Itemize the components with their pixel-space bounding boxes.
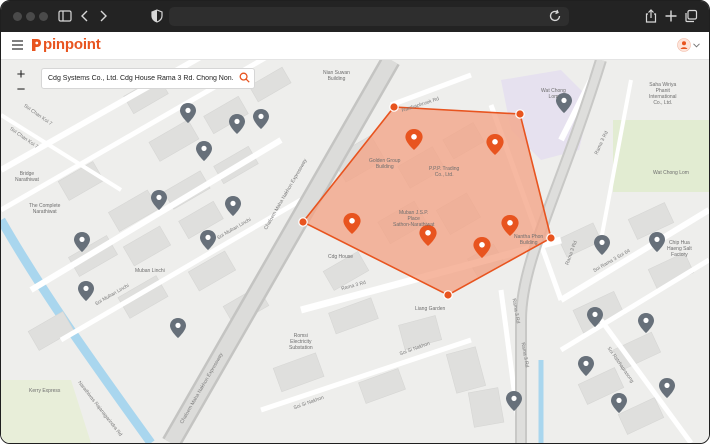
place-label: Bridge Narathiwat	[15, 171, 39, 183]
place-label: Romsi Electricity Substation	[289, 333, 313, 351]
address-bar[interactable]	[169, 7, 569, 26]
reload-icon[interactable]	[547, 8, 563, 24]
search-icon[interactable]	[239, 72, 250, 83]
back-icon[interactable]	[77, 8, 93, 24]
place-label: Liang Garden	[415, 306, 446, 312]
polygon-vertex-handle[interactable]	[546, 233, 556, 243]
close-window-dot[interactable]	[13, 12, 22, 21]
chevron-down-icon[interactable]	[693, 43, 700, 48]
place-label: Nian Suwan Building	[323, 70, 350, 82]
polygon-vertex-handle[interactable]	[443, 290, 453, 300]
maximize-window-dot[interactable]	[39, 12, 48, 21]
place-label: Saha Wiriya Phanit International Co., Lt…	[649, 82, 677, 106]
minimize-window-dot[interactable]	[26, 12, 35, 21]
sidebar-icon[interactable]	[57, 8, 73, 24]
menu-icon[interactable]	[12, 40, 23, 50]
polygon-vertex-handle[interactable]	[298, 217, 308, 227]
polygon-vertex-handle[interactable]	[515, 109, 525, 119]
map-view[interactable]: Nian Suwan Building Wat Chong Lom Saha W…	[1, 60, 709, 443]
app-logo-text[interactable]: pinpoint	[43, 36, 101, 53]
browser-window: pinpoint Nian Suwan Building Wat Chong L…	[0, 0, 710, 444]
forward-icon[interactable]	[95, 8, 111, 24]
place-label: Wat Chong Lom	[653, 170, 689, 176]
new-tab-icon[interactable]	[663, 8, 679, 24]
place-label: Muban J.S.P. Place Sathon-Narathiwat	[393, 210, 435, 228]
zoom-out-button[interactable]: −	[11, 81, 31, 99]
share-icon[interactable]	[643, 8, 659, 24]
avatar-icon[interactable]	[677, 38, 691, 52]
place-label: Cdg House	[328, 254, 354, 260]
app-header: pinpoint	[1, 32, 709, 60]
search-box	[41, 68, 255, 89]
browser-toolbar	[1, 1, 709, 32]
place-label: Nantha Phon Building	[514, 234, 544, 246]
map-canvas[interactable]	[1, 60, 709, 443]
pinpoint-logo-icon	[32, 39, 41, 51]
tabs-icon[interactable]	[683, 8, 699, 24]
shield-icon	[151, 9, 163, 23]
place-label: P.P.P. Trading Co., Ltd.	[429, 166, 460, 178]
search-input[interactable]	[48, 71, 234, 85]
place-label: Muban Linchi	[135, 268, 165, 274]
place-label: Kerry Express	[29, 388, 61, 394]
place-label: Golden Group Building	[369, 158, 401, 170]
place-label: Wat Chong Lom	[541, 88, 566, 100]
place-label: Chip Hua Haeng Salt Factory	[667, 240, 692, 258]
place-label: The Complete Narathiwat	[29, 203, 61, 215]
park-area	[613, 120, 709, 192]
polygon-vertex-handle[interactable]	[389, 102, 399, 112]
